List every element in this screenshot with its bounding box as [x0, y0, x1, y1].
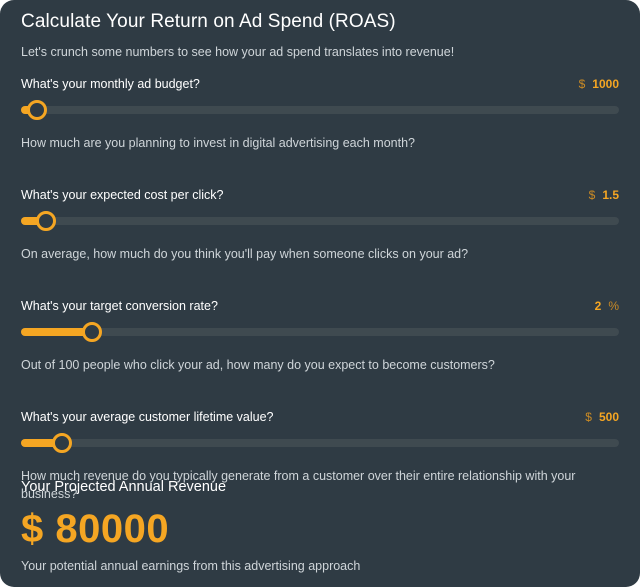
conversion-rate-slider-thumb[interactable] — [82, 322, 102, 342]
customer-lifetime-value-unit: $ — [585, 410, 592, 424]
cost-per-click-slider-track[interactable] — [21, 217, 619, 225]
customer-lifetime-value-value-display: $500 — [585, 410, 619, 424]
conversion-rate-label: What's your target conversion rate? — [21, 299, 218, 313]
customer-lifetime-value-slider[interactable] — [21, 432, 619, 454]
result-title: Your Projected Annual Revenue — [21, 479, 227, 495]
customer-lifetime-value-slider-thumb[interactable] — [52, 433, 72, 453]
customer-lifetime-value-label: What's your average customer lifetime va… — [21, 410, 274, 424]
monthly-ad-budget-label: What's your monthly ad budget? — [21, 77, 200, 91]
monthly-ad-budget-value: 1000 — [592, 77, 619, 91]
monthly-ad-budget-helper-text: How much are you planning to invest in d… — [21, 136, 415, 150]
cost-per-click-helper-text: On average, how much do you think you'll… — [21, 247, 469, 261]
result-amount: $ 80000 — [21, 507, 170, 551]
customer-lifetime-value-slider-track[interactable] — [21, 439, 619, 447]
monthly-ad-budget-slider-thumb[interactable] — [27, 100, 47, 120]
monthly-ad-budget-slider-track[interactable] — [21, 106, 619, 114]
cost-per-click-slider[interactable] — [21, 210, 619, 232]
result-note: Your potential annual earnings from this… — [21, 559, 361, 573]
conversion-rate-value: 2 — [594, 299, 602, 313]
cost-per-click-slider-thumb[interactable] — [36, 211, 56, 231]
cost-per-click-value: 1.5 — [602, 188, 619, 202]
conversion-rate-value-display: 2% — [595, 299, 619, 313]
monthly-ad-budget-unit: $ — [578, 77, 586, 91]
customer-lifetime-value-header: What's your average customer lifetime va… — [21, 408, 619, 426]
monthly-ad-budget-value-display: $1000 — [579, 77, 619, 91]
conversion-rate-helper-text: Out of 100 people who click your ad, how… — [21, 358, 495, 372]
cost-per-click-field: What's your expected cost per click? $1.… — [21, 186, 619, 283]
cost-per-click-header: What's your expected cost per click? $1.… — [21, 186, 619, 204]
conversion-rate-slider[interactable] — [21, 321, 619, 343]
calculator-fields: What's your monthly ad budget? $1000 How… — [21, 75, 619, 505]
monthly-ad-budget-field: What's your monthly ad budget? $1000 How… — [21, 75, 619, 172]
conversion-rate-slider-track[interactable] — [21, 328, 619, 336]
calculator-title: Calculate Your Return on Ad Spend (ROAS) — [21, 11, 396, 32]
customer-lifetime-value-value: 500 — [598, 410, 619, 424]
calculator-subtitle: Let's crunch some numbers to see how you… — [21, 45, 455, 59]
conversion-rate-header: What's your target conversion rate? 2% — [21, 297, 619, 315]
conversion-rate-unit: % — [608, 299, 619, 313]
monthly-ad-budget-slider[interactable] — [21, 99, 619, 121]
monthly-ad-budget-header: What's your monthly ad budget? $1000 — [21, 75, 619, 93]
cost-per-click-label: What's your expected cost per click? — [21, 188, 224, 202]
cost-per-click-unit: $ — [588, 188, 596, 202]
conversion-rate-field: What's your target conversion rate? 2% O… — [21, 297, 619, 394]
cost-per-click-value-display: $1.5 — [589, 188, 619, 202]
roas-calculator-card: Calculate Your Return on Ad Spend (ROAS)… — [0, 0, 640, 587]
